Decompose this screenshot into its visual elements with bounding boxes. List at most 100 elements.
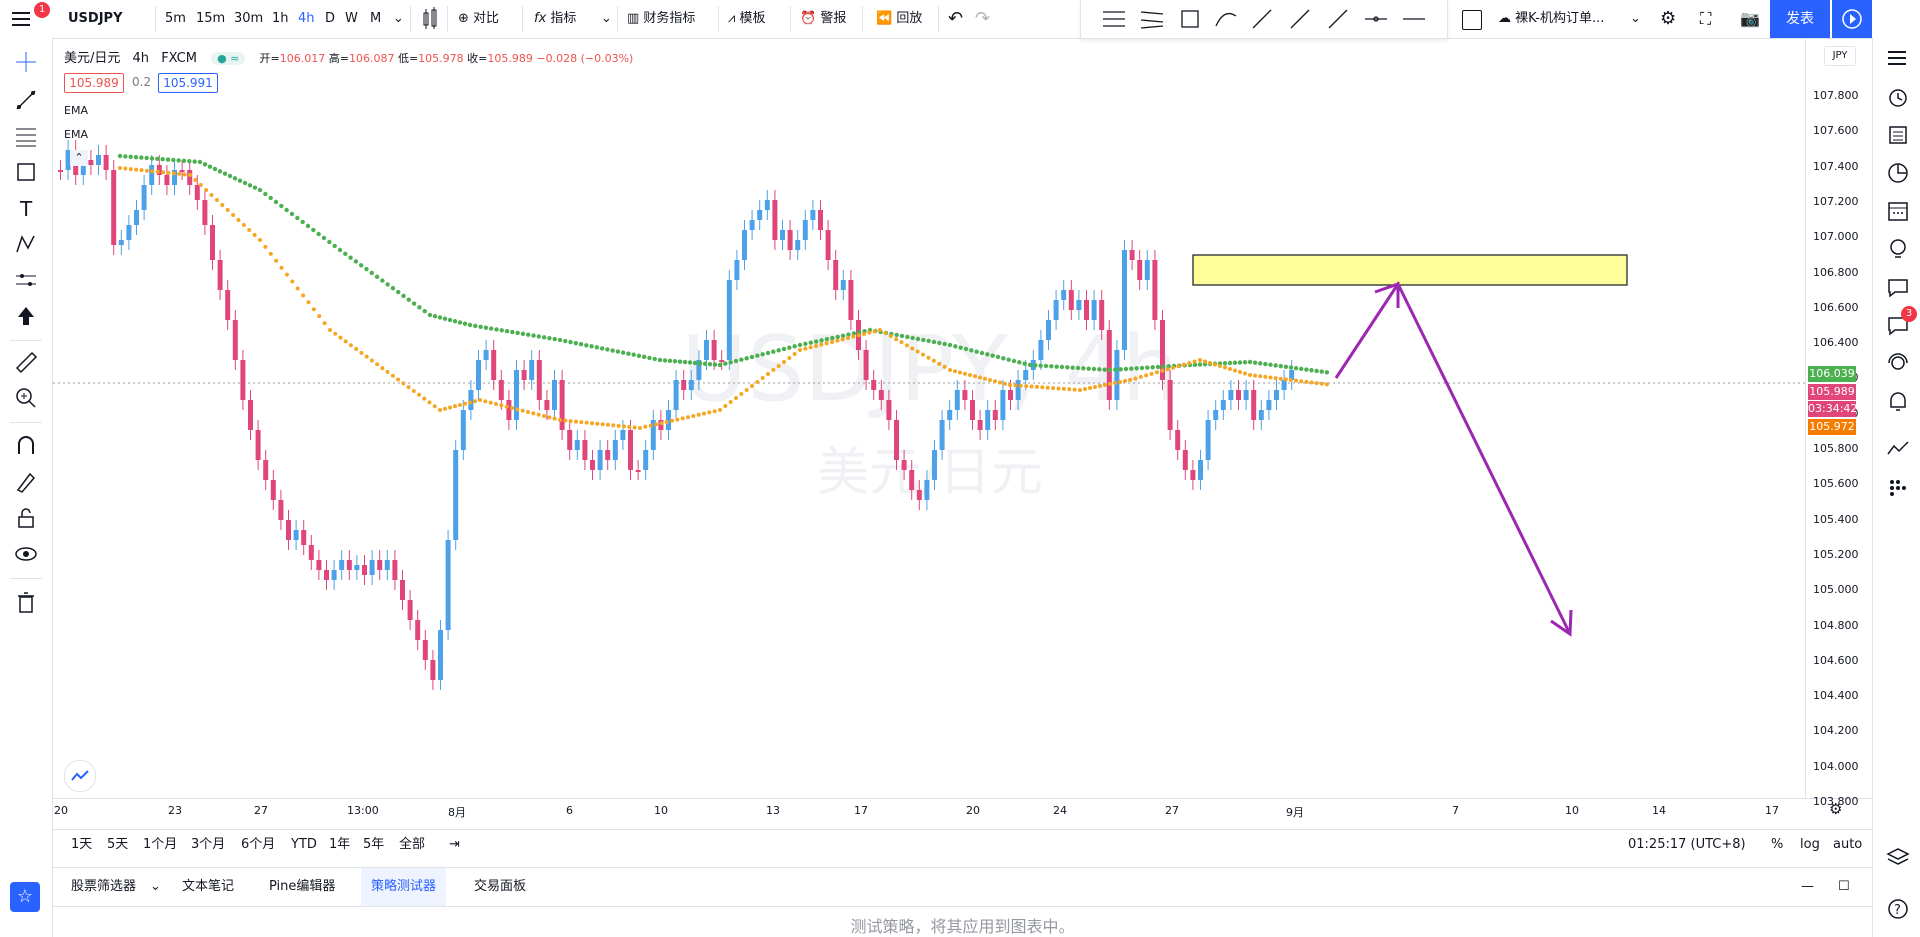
interval-d[interactable]: D xyxy=(325,0,335,38)
ema-legend-2[interactable]: EMA xyxy=(64,128,88,141)
range-6m[interactable]: 6个月 xyxy=(241,830,275,860)
crosshair-icon[interactable] xyxy=(14,50,38,74)
templates-button[interactable]: ⩘ 模板 xyxy=(728,0,765,38)
rectangle-tool-icon[interactable] xyxy=(14,160,38,184)
chat-icon[interactable] xyxy=(1885,274,1911,300)
dots-grid-icon[interactable] xyxy=(1885,474,1911,500)
trend-line-tool-icon[interactable] xyxy=(14,88,38,112)
ema-point xyxy=(670,418,674,423)
calendar-icon[interactable] xyxy=(1885,198,1911,224)
sell-price-button[interactable]: 105.989 xyxy=(64,73,124,93)
zoom-in-icon[interactable] xyxy=(14,386,38,410)
log-toggle[interactable]: log xyxy=(1800,830,1820,860)
interval-30m[interactable]: 30m xyxy=(234,0,263,38)
goto-date-icon[interactable]: ⇥ xyxy=(449,830,460,860)
tab-trading-panel[interactable]: 交易面板 xyxy=(474,868,526,906)
tradingview-logo-icon[interactable] xyxy=(64,760,96,792)
redo-icon[interactable]: ↷ xyxy=(975,0,990,38)
ema-point xyxy=(252,233,257,237)
layers-icon[interactable] xyxy=(1885,844,1911,870)
notifications-icon[interactable] xyxy=(1885,388,1911,414)
ema-point xyxy=(894,337,899,342)
layout-dropdown-icon[interactable]: ⌄ xyxy=(1630,0,1641,38)
price-chart[interactable]: USDJPY, 4h 美元/日元 xyxy=(53,38,1805,798)
ema-point xyxy=(328,328,332,332)
ruler-icon[interactable] xyxy=(14,350,38,374)
minimize-panel-icon[interactable]: — xyxy=(1801,868,1814,906)
tab-strategy-tester[interactable]: 策略测试器 xyxy=(361,868,447,906)
interval-dropdown-icon[interactable]: ⌄ xyxy=(393,0,404,38)
compare-button[interactable]: ⊕ 对比 xyxy=(458,0,499,38)
chart-settings-icon[interactable]: ⚙ xyxy=(1829,800,1842,818)
range-3m[interactable]: 3个月 xyxy=(191,830,225,860)
data-window-icon[interactable] xyxy=(1885,122,1911,148)
interval-15m[interactable]: 15m xyxy=(196,0,225,38)
interval-w[interactable]: W xyxy=(345,0,358,38)
ema-point xyxy=(390,373,395,378)
tab-text-notes[interactable]: 文本笔记 xyxy=(182,868,234,906)
indicators-button[interactable]: fx 指标 xyxy=(534,0,576,38)
alarm-clock-icon[interactable] xyxy=(1885,84,1911,110)
text-tool-icon[interactable]: T xyxy=(14,196,38,220)
range-all[interactable]: 全部 xyxy=(399,830,425,860)
currency-label[interactable]: JPY xyxy=(1824,46,1856,66)
trash-icon[interactable] xyxy=(14,590,38,614)
collapse-legend-icon[interactable]: ⌃ xyxy=(70,150,88,166)
help-icon[interactable]: ? xyxy=(1885,896,1911,922)
interval-5m[interactable]: 5m xyxy=(165,0,186,38)
range-ytd[interactable]: YTD xyxy=(291,830,317,860)
ema-legend-1[interactable]: EMA xyxy=(64,104,88,117)
publish-button[interactable]: 发表 xyxy=(1770,0,1830,38)
auto-toggle[interactable]: auto xyxy=(1833,830,1862,860)
maximize-panel-icon[interactable]: ☐ xyxy=(1838,868,1850,906)
financials-button[interactable]: ▥ 财务指标 xyxy=(627,0,695,38)
ema-point xyxy=(1243,371,1247,376)
magnet-icon[interactable] xyxy=(14,434,38,458)
trend-icon[interactable] xyxy=(1885,436,1911,462)
ema-point xyxy=(910,346,915,351)
replay-button[interactable]: ⏪ 回放 xyxy=(876,0,922,38)
settings-icon[interactable]: ⚙ xyxy=(1660,0,1676,38)
clock[interactable]: 01:25:17 (UTC+8) xyxy=(1628,830,1746,860)
tab-screener-dropdown-icon[interactable]: ⌄ xyxy=(150,868,161,906)
prediction-tool-icon[interactable] xyxy=(14,268,38,292)
arrow-up-icon[interactable] xyxy=(14,304,38,328)
ideas-icon[interactable] xyxy=(1885,236,1911,262)
supply-zone-rectangle[interactable] xyxy=(1192,254,1628,286)
range-1d[interactable]: 1天 xyxy=(71,830,92,860)
menu-icon[interactable] xyxy=(10,0,36,38)
interval-4h[interactable]: 4h xyxy=(298,0,315,38)
undo-icon[interactable]: ↶ xyxy=(948,0,963,38)
range-1y[interactable]: 1年 xyxy=(329,830,350,860)
star-favorites-icon[interactable]: ☆ xyxy=(10,882,40,912)
range-1m[interactable]: 1个月 xyxy=(143,830,177,860)
streams-icon[interactable] xyxy=(1885,350,1911,376)
checkbox-icon[interactable] xyxy=(1462,10,1482,30)
interval-1h[interactable]: 1h xyxy=(272,0,289,38)
tab-stock-screener[interactable]: 股票筛选器 xyxy=(71,868,136,906)
fullscreen-icon[interactable]: ⛶ xyxy=(1700,0,1711,38)
percent-toggle[interactable]: % xyxy=(1771,830,1783,860)
lock-drawing-icon[interactable] xyxy=(14,470,38,494)
indicators-dropdown-icon[interactable]: ⌄ xyxy=(601,0,612,38)
range-5d[interactable]: 5天 xyxy=(107,830,128,860)
chart-type-icon[interactable] xyxy=(420,0,440,38)
tab-pine-editor[interactable]: Pine编辑器 xyxy=(269,868,335,906)
layout-name-button[interactable]: ☁ 裸K-机构订单... xyxy=(1498,0,1604,38)
alert-button[interactable]: ⏰ 警报 xyxy=(800,0,846,38)
fib-icon[interactable] xyxy=(14,124,38,148)
range-5y[interactable]: 5年 xyxy=(363,830,384,860)
symbol-title[interactable]: 美元/日元 xyxy=(64,51,120,66)
eye-icon[interactable] xyxy=(14,542,38,566)
watchlist-icon[interactable] xyxy=(1885,46,1911,72)
hotlist-icon[interactable] xyxy=(1885,160,1911,186)
interval-m[interactable]: M xyxy=(370,0,381,38)
candle xyxy=(1000,390,1006,420)
pattern-tool-icon[interactable] xyxy=(14,232,38,256)
symbol-search[interactable]: USDJPY xyxy=(68,0,123,38)
lock-icon[interactable] xyxy=(14,506,38,530)
projection-arrow[interactable] xyxy=(1334,280,1573,637)
play-icon[interactable] xyxy=(1832,0,1872,38)
buy-price-button[interactable]: 105.991 xyxy=(158,73,218,93)
snapshot-icon[interactable]: 📷 xyxy=(1740,0,1760,38)
